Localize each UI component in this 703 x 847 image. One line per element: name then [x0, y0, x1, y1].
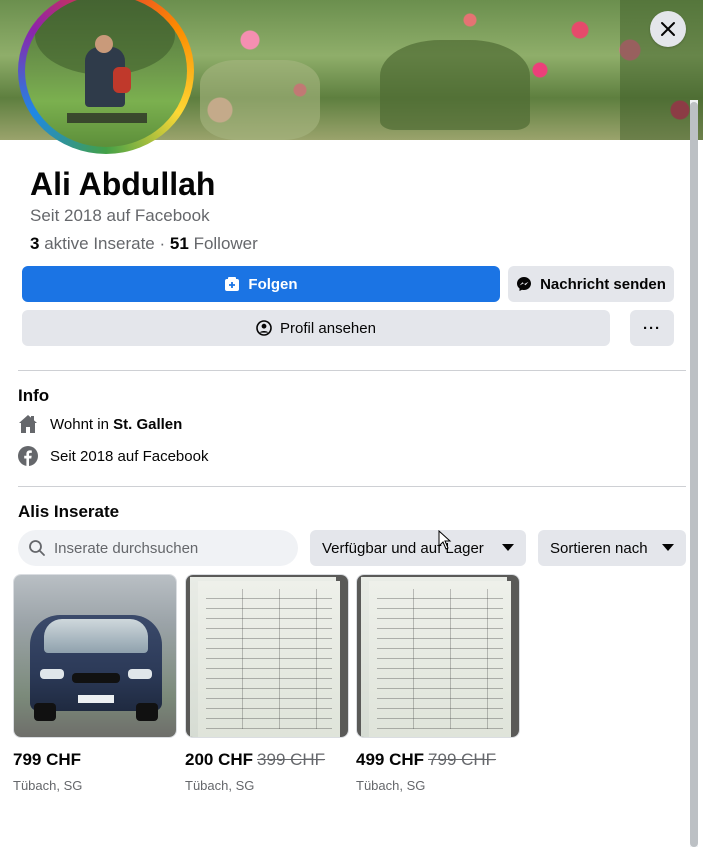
- divider: [18, 370, 686, 371]
- home-icon: [18, 414, 38, 434]
- stats-separator: ·: [159, 234, 166, 253]
- send-message-label: Nachricht senden: [540, 275, 666, 293]
- follow-icon: [225, 277, 240, 291]
- listing-price-old: 399 CHF: [257, 750, 326, 769]
- more-options-button[interactable]: ···: [630, 310, 674, 346]
- listing-image-car[interactable]: [13, 574, 177, 738]
- follow-button[interactable]: Folgen: [22, 266, 500, 302]
- availability-filter-label: Verfügbar und auf Lager: [322, 539, 484, 557]
- follow-label: Folgen: [248, 275, 298, 293]
- caret-down-icon: [662, 544, 674, 551]
- info-lives-in: Wohnt in St. Gallen: [18, 414, 182, 434]
- active-count: 3: [30, 234, 40, 253]
- listings-search[interactable]: [18, 530, 298, 566]
- availability-filter[interactable]: Verfügbar und auf Lager: [310, 530, 526, 566]
- profile-icon: [256, 320, 272, 336]
- listing-price-old: 799 CHF: [428, 750, 497, 769]
- lives-prefix: Wohnt in: [50, 415, 109, 433]
- search-input[interactable]: [52, 538, 286, 558]
- caret-down-icon: [502, 544, 514, 551]
- listing-price: 799 CHF: [13, 750, 177, 770]
- listing-image-document[interactable]: [356, 574, 520, 738]
- active-label: aktive Inserate: [44, 234, 155, 253]
- lives-city[interactable]: St. Gallen: [113, 416, 182, 433]
- divider: [18, 486, 686, 487]
- scrollbar[interactable]: [690, 100, 698, 847]
- scrollbar-thumb[interactable]: [690, 102, 698, 847]
- more-icon: ···: [643, 319, 661, 337]
- messenger-icon: [517, 277, 532, 291]
- listing-price-current: 799 CHF: [13, 750, 82, 769]
- follower-label: Follower: [193, 234, 258, 253]
- listing-price-current: 499 CHF: [356, 750, 425, 769]
- facebook-icon: [18, 446, 38, 466]
- listing-price: 200 CHF 399 CHF: [185, 750, 349, 770]
- follower-count: 51: [169, 234, 189, 253]
- mouse-cursor-icon: [438, 530, 452, 550]
- listing-location: Tübach, SG: [13, 778, 83, 793]
- listing-card[interactable]: 799 CHF Tübach, SG: [13, 574, 177, 793]
- listing-card[interactable]: 200 CHF 399 CHF Tübach, SG: [185, 574, 349, 793]
- listing-image-document[interactable]: [185, 574, 349, 738]
- view-profile-label: Profil ansehen: [280, 319, 376, 337]
- info-title: Info: [18, 386, 50, 405]
- member-since-text: Seit 2018 auf Facebook: [50, 447, 209, 465]
- view-profile-button[interactable]: Profil ansehen: [22, 310, 610, 346]
- listing-price: 499 CHF 799 CHF: [356, 750, 520, 770]
- sort-filter-label: Sortieren nach: [550, 539, 648, 557]
- search-icon: [29, 540, 45, 556]
- listing-location: Tübach, SG: [356, 778, 426, 793]
- send-message-button[interactable]: Nachricht senden: [508, 266, 674, 302]
- close-icon: [661, 22, 675, 36]
- listing-card[interactable]: 499 CHF 799 CHF Tübach, SG: [356, 574, 520, 793]
- listing-location: Tübach, SG: [185, 778, 255, 793]
- close-button[interactable]: [650, 11, 686, 47]
- listing-price-current: 200 CHF: [185, 750, 254, 769]
- profile-name: Ali Abdullah: [30, 166, 216, 202]
- listings-title: Alis Inserate: [18, 502, 120, 521]
- info-member-since: Seit 2018 auf Facebook: [18, 446, 208, 466]
- member-since: Seit 2018 auf Facebook: [30, 206, 210, 225]
- profile-stats: 3 aktive Inserate · 51 Follower: [30, 234, 258, 254]
- sort-filter[interactable]: Sortieren nach: [538, 530, 686, 566]
